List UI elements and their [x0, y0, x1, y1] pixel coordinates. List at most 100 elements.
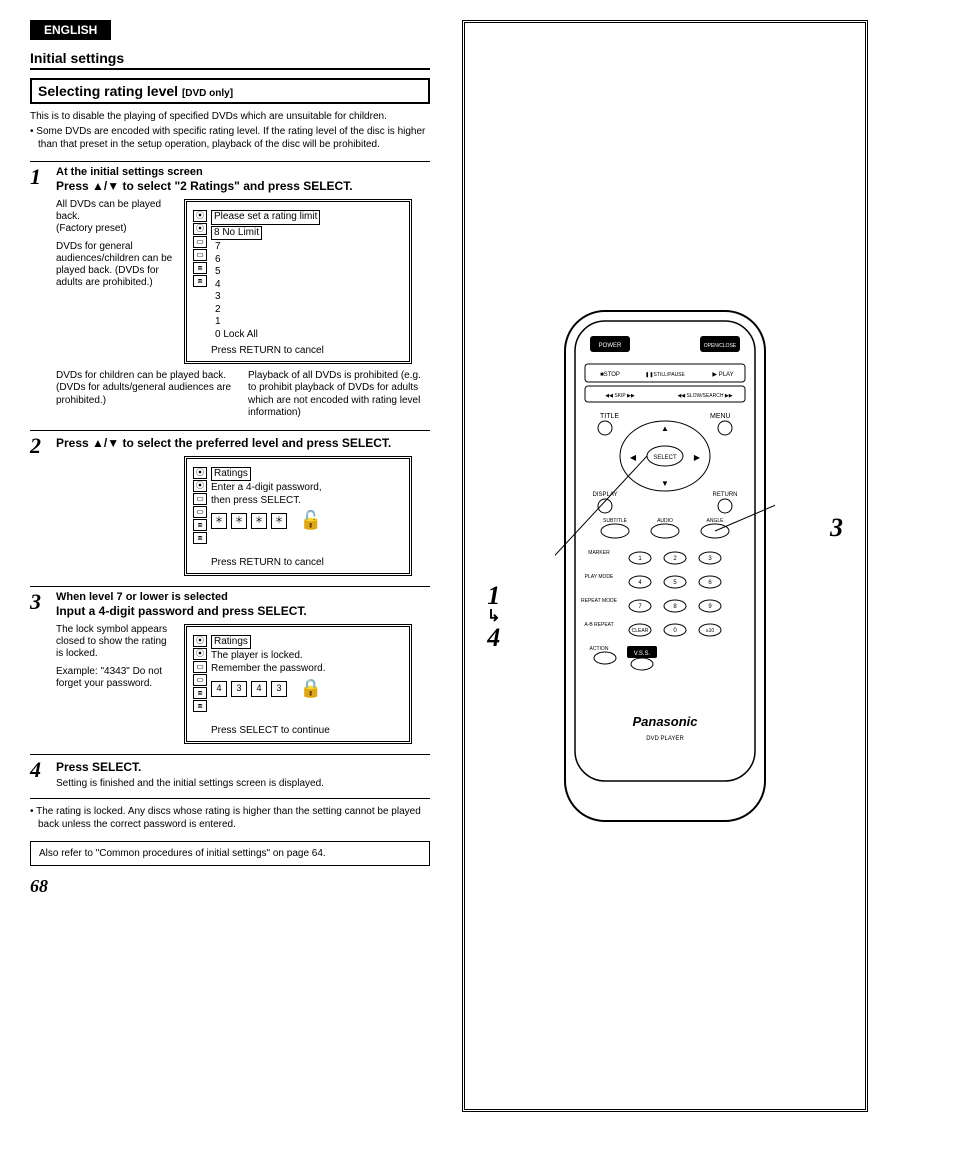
pw-char: 3	[271, 681, 287, 697]
osd-screen-1: ⦿⦿▭▭⧈⧈ Please set a rating limit 8 No Li…	[184, 199, 412, 364]
osd1-title: Please set a rating limit	[211, 210, 320, 225]
osd3-line1: The player is locked.	[211, 650, 403, 663]
skip-label: ◀◀ SKIP ▶▶	[605, 393, 635, 399]
open-close-button: OPEN/CLOSE	[704, 343, 737, 349]
subtitle-label: SUBTITLE	[603, 518, 628, 524]
password-boxes: ＊ ＊ ＊ ＊	[211, 513, 287, 529]
osd3-footer: Press SELECT to continue	[211, 725, 403, 738]
osd-icon-column: ⦿⦿▭▭⧈⧈	[193, 467, 207, 570]
step-1-desc-a2: (Factory preset)	[56, 223, 176, 235]
unlock-icon: 🔓	[300, 509, 322, 532]
main-heading: Selecting rating level [DVD only]	[30, 78, 430, 104]
osd-screen-2: ⦿⦿▭▭⧈⧈ Ratings Enter a 4-digit password,…	[184, 456, 412, 576]
svg-text:▲: ▲	[661, 424, 669, 433]
step-2-number: 2	[30, 435, 50, 576]
callout-4: 4	[487, 623, 500, 652]
step-4-body: Setting is finished and the initial sett…	[56, 777, 430, 790]
remote-illustration-frame: 1 ↳ 4 3 POWER OPEN/CLOSE ■STOP ❚❚STILL/P…	[462, 20, 868, 1112]
callout-1: 1	[487, 581, 500, 610]
title-label: TITLE	[600, 413, 619, 420]
stop-label: ■STOP	[600, 372, 620, 378]
step-1-desc-a: All DVDs can be played back.	[56, 199, 176, 223]
list-item: 1	[215, 316, 403, 329]
audio-label: AUDIO	[657, 518, 673, 524]
return-label: RETURN	[713, 492, 738, 498]
power-button: POWER	[599, 343, 622, 349]
password-boxes: 4 3 4 3	[211, 681, 287, 697]
callout-left: 1 ↳ 4	[487, 583, 500, 651]
osd3-line2: Remember the password.	[211, 663, 403, 676]
model-label: DVD PLAYER	[646, 736, 684, 742]
play-label: ▶ PLAY	[712, 372, 733, 378]
svg-text:≥10: ≥10	[706, 628, 715, 634]
brand-label: Panasonic	[632, 714, 698, 729]
pw-char: ＊	[271, 513, 287, 529]
osd3-title: Ratings	[211, 635, 251, 650]
svg-text:PLAY MODE: PLAY MODE	[585, 574, 614, 580]
osd2-line1: Enter a 4-digit password,	[211, 482, 403, 495]
svg-text:V.S.S.: V.S.S.	[634, 651, 651, 657]
svg-text:CLEAR: CLEAR	[632, 628, 649, 634]
svg-text:◀: ◀	[630, 453, 637, 462]
pw-char: ＊	[231, 513, 247, 529]
osd2-line2: then press SELECT.	[211, 495, 403, 508]
callout-right: 3	[830, 513, 843, 543]
step-3-desc-b: Example: "4343" Do not forget your passw…	[56, 666, 176, 690]
svg-text:▼: ▼	[661, 479, 669, 488]
step-4-number: 4	[30, 759, 50, 790]
step-2-instruction: Press ▲/▼ to select the preferred level …	[56, 436, 430, 450]
osd2-title: Ratings	[211, 467, 251, 482]
select-button: SELECT	[653, 455, 677, 461]
step-3-instruction: Input a 4-digit password and press SELEC…	[56, 604, 430, 618]
osd1-footer: Press RETURN to cancel	[211, 345, 403, 358]
rating-locked-note: • The rating is locked. Any discs whose …	[30, 805, 430, 831]
intro-bullet: • Some DVDs are encoded with specific ra…	[30, 125, 430, 151]
list-item: 2	[215, 304, 403, 317]
svg-text:MARKER: MARKER	[588, 550, 610, 556]
pw-char: 4	[251, 681, 267, 697]
svg-text:ACTION: ACTION	[590, 646, 609, 652]
language-badge: ENGLISH	[30, 20, 111, 40]
step-4-instruction: Press SELECT.	[56, 760, 430, 774]
step-1-desc-b: DVDs for general audiences/children can …	[56, 241, 176, 289]
step-3-desc-a: The lock symbol appears closed to show t…	[56, 624, 176, 660]
display-label: DISPLAY	[593, 492, 618, 498]
lock-icon: 🔒	[300, 677, 322, 700]
step-3-lead: When level 7 or lower is selected	[56, 591, 430, 603]
pw-char: 3	[231, 681, 247, 697]
step-1-number: 1	[30, 166, 50, 420]
step-1-annot-left: DVDs for children can be played back. (D…	[56, 370, 238, 420]
list-item: 0 Lock All	[215, 329, 403, 342]
search-label: ◀◀ SLOW/SEARCH ▶▶	[677, 393, 732, 399]
angle-label: ANGLE	[707, 518, 725, 524]
osd-icon-column: ⦿⦿▭▭⧈⧈	[193, 635, 207, 738]
remote-control-illustration: POWER OPEN/CLOSE ■STOP ❚❚STILL/PAUSE ▶ P…	[555, 306, 775, 826]
list-item: 6	[215, 254, 403, 267]
svg-text:REPEAT MODE: REPEAT MODE	[581, 598, 618, 604]
list-item: 3	[215, 291, 403, 304]
step-3-number: 3	[30, 591, 50, 744]
list-item: 4	[215, 279, 403, 292]
osd1-selected: 8 No Limit	[211, 226, 262, 241]
heading-main: Selecting rating level	[38, 83, 178, 99]
list-item: 5	[215, 266, 403, 279]
pause-label: ❚❚STILL/PAUSE	[645, 372, 685, 378]
pw-char: ＊	[211, 513, 227, 529]
intro-text: This is to disable the playing of specif…	[30, 110, 430, 123]
section-title: Initial settings	[30, 50, 430, 70]
pw-char: ＊	[251, 513, 267, 529]
svg-text:A-B REPEAT: A-B REPEAT	[584, 622, 613, 628]
page-number: 68	[30, 876, 430, 897]
pw-char: 4	[211, 681, 227, 697]
menu-label: MENU	[710, 413, 731, 420]
also-refer-box: Also refer to "Common procedures of init…	[30, 841, 430, 866]
step-1-annot-right: Playback of all DVDs is prohibited (e.g.…	[248, 370, 430, 420]
step-1-instruction: Press ▲/▼ to select "2 Ratings" and pres…	[56, 179, 430, 193]
heading-sub: [DVD only]	[182, 88, 233, 99]
svg-text:▶: ▶	[694, 453, 701, 462]
osd-icon-column: ⦿⦿▭▭⧈⧈	[193, 210, 207, 358]
callout-3: 3	[830, 513, 843, 542]
step-1-lead: At the initial settings screen	[56, 166, 430, 178]
list-item: 7	[215, 241, 403, 254]
osd-screen-3: ⦿⦿▭▭⧈⧈ Ratings The player is locked. Rem…	[184, 624, 412, 744]
